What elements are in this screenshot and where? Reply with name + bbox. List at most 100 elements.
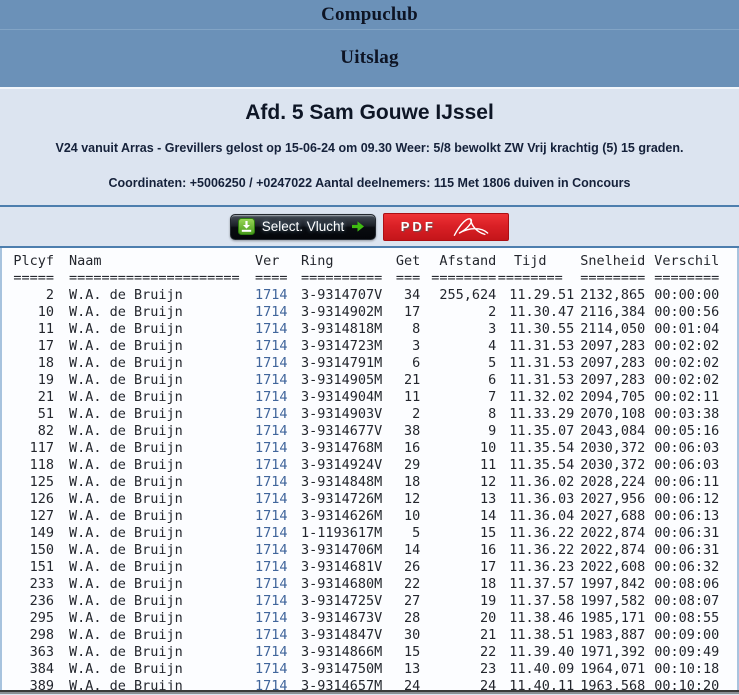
table-row: 150 W.A. de Bruijn 1714 3-9314706M 14 16 11.36… xyxy=(12,542,720,559)
ver-link[interactable]: 1714 xyxy=(240,542,288,559)
ver-link[interactable]: 1714 xyxy=(240,457,288,474)
ver-link[interactable]: 1714 xyxy=(240,406,288,423)
cell-plcyf: 18 xyxy=(37,355,54,371)
ver-link[interactable]: 1714 xyxy=(240,576,288,593)
cell-ring: 3-9314902M xyxy=(301,304,383,320)
cell-plcyf: 363 xyxy=(29,644,54,660)
cell-snelheid: 2070,108 xyxy=(580,406,646,422)
cell-afstand: 10 xyxy=(480,440,497,456)
ver-link[interactable]: 1714 xyxy=(240,491,288,508)
cell-afstand: 255,624 xyxy=(439,287,497,303)
ver-link[interactable]: 1714 xyxy=(240,304,288,321)
cell-get: 12 xyxy=(404,491,421,507)
col-header-verschil: Verschil xyxy=(654,253,720,269)
cell-snelheid: 2030,372 xyxy=(580,457,646,473)
cell-snelheid: 1997,582 xyxy=(580,593,646,609)
cell-ring: 3-9314848M xyxy=(301,474,383,490)
cell-verschil: 00:08:55 xyxy=(654,610,720,626)
cell-naam: W.A. de Bruijn xyxy=(69,610,183,626)
cell-snelheid: 1964,071 xyxy=(580,661,646,677)
cell-naam: W.A. de Bruijn xyxy=(69,644,183,660)
table-header-row: Plcyf Naam Ver Ring Get Afstand Tijd Snelheid Ve… xyxy=(12,253,719,270)
compuclub-results-page: Compuclub Uitslag Afd. 5 Sam Gouwe IJsse… xyxy=(0,0,739,695)
ver-link[interactable]: 1714 xyxy=(240,423,288,440)
pdf-button[interactable]: PDF xyxy=(383,212,510,241)
table-row: 18 W.A. de Bruijn 1714 3-9314791M 6 5 11.31.53… xyxy=(12,355,720,372)
cell-afstand: 24 xyxy=(480,678,497,690)
cell-ring: 3-9314904M xyxy=(301,389,383,405)
cell-snelheid: 2030,372 xyxy=(580,440,646,456)
cell-get: 15 xyxy=(404,644,421,660)
ver-link[interactable]: 1714 xyxy=(240,559,288,576)
cell-snelheid: 2027,956 xyxy=(580,491,646,507)
cell-naam: W.A. de Bruijn xyxy=(69,508,183,524)
ver-link[interactable]: 1714 xyxy=(240,355,288,372)
cell-naam: W.A. de Bruijn xyxy=(69,321,183,337)
ver-link[interactable]: 1714 xyxy=(240,644,288,661)
results-table-body: 2 W.A. de Bruijn 1714 3-9314707V 34 255,624 11… xyxy=(12,287,720,690)
cell-naam: W.A. de Bruijn xyxy=(69,593,183,609)
cell-snelheid: 2114,050 xyxy=(580,321,646,337)
table-row: 126 W.A. de Bruijn 1714 3-9314726M 12 13 11.36… xyxy=(12,491,720,508)
cell-plcyf: 2 xyxy=(45,287,54,303)
ver-link[interactable]: 1714 xyxy=(240,389,288,406)
cell-plcyf: 17 xyxy=(37,338,54,354)
ver-link[interactable]: 1714 xyxy=(240,610,288,627)
select-vlucht-label: Select. Vlucht xyxy=(261,219,345,234)
ver-link[interactable]: 1714 xyxy=(240,661,288,678)
cell-tijd: 11.37.58 xyxy=(509,593,575,609)
cell-plcyf: 125 xyxy=(29,474,54,490)
ver-link[interactable]: 1714 xyxy=(240,440,288,457)
cell-tijd: 11.36.04 xyxy=(509,508,575,524)
result-header-band: Uitslag xyxy=(0,30,739,87)
cell-get: 14 xyxy=(404,542,421,558)
cell-get: 30 xyxy=(404,627,421,643)
ver-link[interactable]: 1714 xyxy=(240,525,288,542)
cell-afstand: 15 xyxy=(480,525,497,541)
cell-plcyf: 118 xyxy=(29,457,54,473)
table-row: 363 W.A. de Bruijn 1714 3-9314866M 15 22 11.39… xyxy=(12,644,720,661)
cell-plcyf: 295 xyxy=(29,610,54,626)
col-header-snelheid: Snelheid xyxy=(580,253,646,269)
ver-link[interactable]: 1714 xyxy=(240,338,288,355)
ver-link[interactable]: 1714 xyxy=(240,321,288,338)
table-row: 233 W.A. de Bruijn 1714 3-9314680M 22 18 11.37… xyxy=(12,576,720,593)
table-row: 19 W.A. de Bruijn 1714 3-9314905M 21 6 11.31.5… xyxy=(12,372,720,389)
cell-verschil: 00:08:07 xyxy=(654,593,720,609)
cell-verschil: 00:06:11 xyxy=(654,474,720,490)
col-header-ver: Ver xyxy=(255,253,280,269)
ver-link[interactable]: 1714 xyxy=(240,508,288,525)
table-row: 298 W.A. de Bruijn 1714 3-9314847V 30 21 11.38… xyxy=(12,627,720,644)
cell-plcyf: 117 xyxy=(29,440,54,456)
cell-tijd: 11.36.03 xyxy=(509,491,575,507)
cell-get: 38 xyxy=(404,423,421,439)
table-row: 151 W.A. de Bruijn 1714 3-9314681V 26 17 11.36… xyxy=(12,559,720,576)
cell-tijd: 11.36.22 xyxy=(509,542,575,558)
cell-plcyf: 236 xyxy=(29,593,54,609)
table-row: 11 W.A. de Bruijn 1714 3-9314818M 8 3 11.30.55… xyxy=(12,321,720,338)
cell-snelheid: 2022,874 xyxy=(580,525,646,541)
cell-ring: 3-9314723M xyxy=(301,338,383,354)
cell-plcyf: 19 xyxy=(37,372,54,388)
cell-plcyf: 151 xyxy=(29,559,54,575)
cell-afstand: 22 xyxy=(480,644,497,660)
cell-naam: W.A. de Bruijn xyxy=(69,525,183,541)
ver-link[interactable]: 1714 xyxy=(240,287,288,304)
cell-snelheid: 2027,688 xyxy=(580,508,646,524)
ver-link[interactable]: 1714 xyxy=(240,372,288,389)
ver-link[interactable]: 1714 xyxy=(240,474,288,491)
ver-link[interactable]: 1714 xyxy=(240,627,288,644)
select-vlucht-button[interactable]: Select. Vlucht xyxy=(229,213,377,240)
ver-link[interactable]: 1714 xyxy=(240,678,288,690)
cell-naam: W.A. de Bruijn xyxy=(69,423,183,439)
table-row: 295 W.A. de Bruijn 1714 3-9314673V 28 20 11.38… xyxy=(12,610,720,627)
col-separator-verschil: ======== xyxy=(654,270,720,286)
cell-snelheid: 2132,865 xyxy=(580,287,646,303)
col-separator-snelheid: ======== xyxy=(580,270,646,286)
cell-verschil: 00:06:12 xyxy=(654,491,720,507)
ver-link[interactable]: 1714 xyxy=(240,593,288,610)
col-header-naam: Naam xyxy=(69,253,102,269)
cell-verschil: 00:00:56 xyxy=(654,304,720,320)
table-row: 21 W.A. de Bruijn 1714 3-9314904M 11 7 11.32.0… xyxy=(12,389,720,406)
cell-ring: 3-9314657M xyxy=(301,678,383,690)
